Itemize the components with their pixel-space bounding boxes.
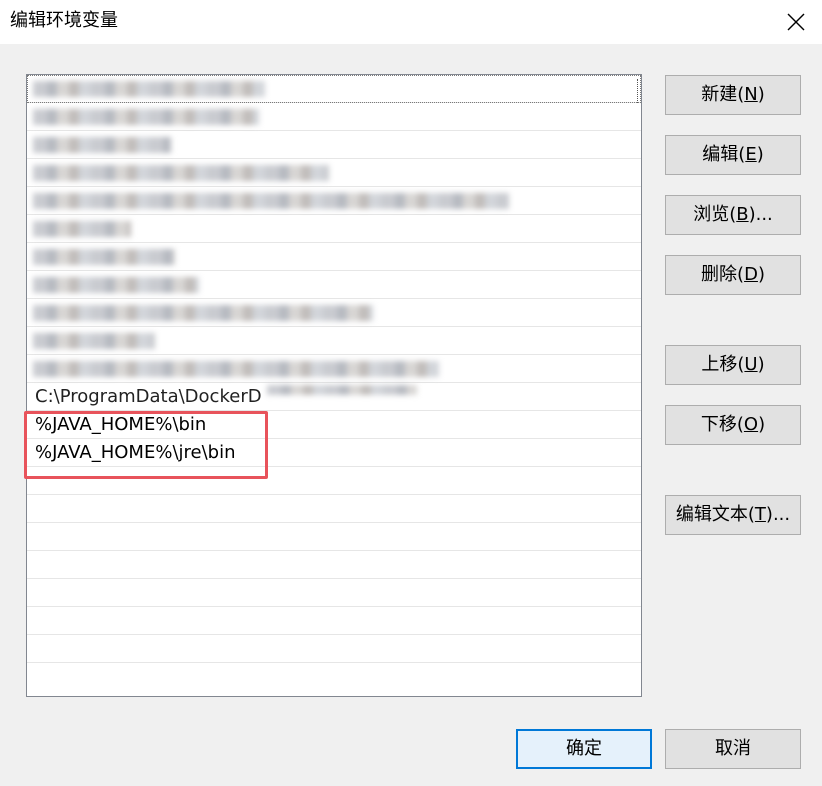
redacted-path xyxy=(33,165,329,181)
redacted-path xyxy=(33,333,155,349)
cancel-button-label: 取消 xyxy=(715,738,751,759)
list-item[interactable] xyxy=(27,215,641,243)
browse-button[interactable]: 浏览(B)... xyxy=(665,195,801,235)
redacted-path xyxy=(33,81,265,97)
edit-button-suffix: ) xyxy=(756,144,764,165)
new-button-label: 新建( xyxy=(701,84,745,105)
list-item-label: %JAVA_HOME%\jre\bin xyxy=(35,442,236,463)
move-up-button-suffix: ) xyxy=(757,354,765,375)
list-item[interactable] xyxy=(27,467,641,495)
window-title: 编辑环境变量 xyxy=(10,10,118,31)
list-item[interactable] xyxy=(27,523,641,551)
list-item[interactable] xyxy=(27,551,641,579)
list-item[interactable] xyxy=(27,495,641,523)
edit-button-key: E xyxy=(745,144,757,165)
cancel-button[interactable]: 取消 xyxy=(665,729,801,769)
list-item[interactable] xyxy=(27,579,641,607)
path-list[interactable]: C:\ProgramData\DockerD %JAVA_HOME%\bin %… xyxy=(26,74,642,697)
title-bar: 编辑环境变量 xyxy=(0,0,822,44)
list-item[interactable] xyxy=(27,663,641,691)
list-item[interactable] xyxy=(27,103,641,131)
new-button[interactable]: 新建(N) xyxy=(665,75,801,115)
list-item[interactable]: C:\ProgramData\DockerD xyxy=(27,383,641,411)
move-down-button-label: 下移( xyxy=(700,414,744,435)
list-item[interactable]: %JAVA_HOME%\jre\bin xyxy=(27,439,641,467)
browse-button-suffix: )... xyxy=(748,204,773,225)
move-up-button-label: 上移( xyxy=(701,354,745,375)
delete-button-label: 删除( xyxy=(701,264,745,285)
redacted-path xyxy=(267,385,417,395)
ok-button[interactable]: 确定 xyxy=(516,729,652,769)
edit-text-button[interactable]: 编辑文本(T)... xyxy=(665,495,801,535)
move-down-button-key: O xyxy=(743,414,759,435)
redacted-path xyxy=(33,361,439,377)
new-button-suffix: ) xyxy=(757,84,765,105)
list-item-label: C:\ProgramData\DockerD xyxy=(35,386,262,407)
redacted-path xyxy=(33,137,171,153)
redacted-path xyxy=(33,305,373,321)
edit-button-label: 编辑( xyxy=(702,144,746,165)
edit-button[interactable]: 编辑(E) xyxy=(665,135,801,175)
redacted-path xyxy=(33,221,131,237)
list-item[interactable] xyxy=(27,271,641,299)
move-down-button[interactable]: 下移(O) xyxy=(665,405,801,445)
browse-button-label: 浏览( xyxy=(693,204,737,225)
redacted-path xyxy=(33,249,175,265)
edit-text-button-label: 编辑文本( xyxy=(675,504,755,525)
move-down-button-suffix: ) xyxy=(758,414,766,435)
edit-text-button-suffix: )... xyxy=(765,504,791,525)
list-item[interactable] xyxy=(27,187,641,215)
list-item[interactable] xyxy=(27,243,641,271)
move-up-button-key: U xyxy=(744,354,758,375)
close-icon xyxy=(787,13,805,31)
edit-text-button-key: T xyxy=(754,504,766,525)
scroll-indicator xyxy=(637,79,638,103)
list-item[interactable] xyxy=(27,131,641,159)
list-item[interactable] xyxy=(27,355,641,383)
delete-button-suffix: ) xyxy=(757,264,765,285)
list-item[interactable] xyxy=(27,607,641,635)
delete-button[interactable]: 删除(D) xyxy=(665,255,801,295)
list-item[interactable] xyxy=(27,327,641,355)
redacted-path xyxy=(33,277,199,293)
list-item[interactable] xyxy=(27,75,641,103)
redacted-path xyxy=(33,193,509,209)
close-button[interactable] xyxy=(776,2,816,42)
list-item[interactable] xyxy=(27,635,641,663)
list-item[interactable] xyxy=(27,299,641,327)
list-item[interactable]: %JAVA_HOME%\bin xyxy=(27,411,641,439)
ok-button-label: 确定 xyxy=(566,738,602,759)
new-button-key: N xyxy=(744,84,758,105)
delete-button-key: D xyxy=(744,264,758,285)
redacted-path xyxy=(33,109,259,125)
browse-button-key: B xyxy=(736,204,749,225)
move-up-button[interactable]: 上移(U) xyxy=(665,345,801,385)
list-item[interactable] xyxy=(27,159,641,187)
list-item-label: %JAVA_HOME%\bin xyxy=(35,414,207,435)
